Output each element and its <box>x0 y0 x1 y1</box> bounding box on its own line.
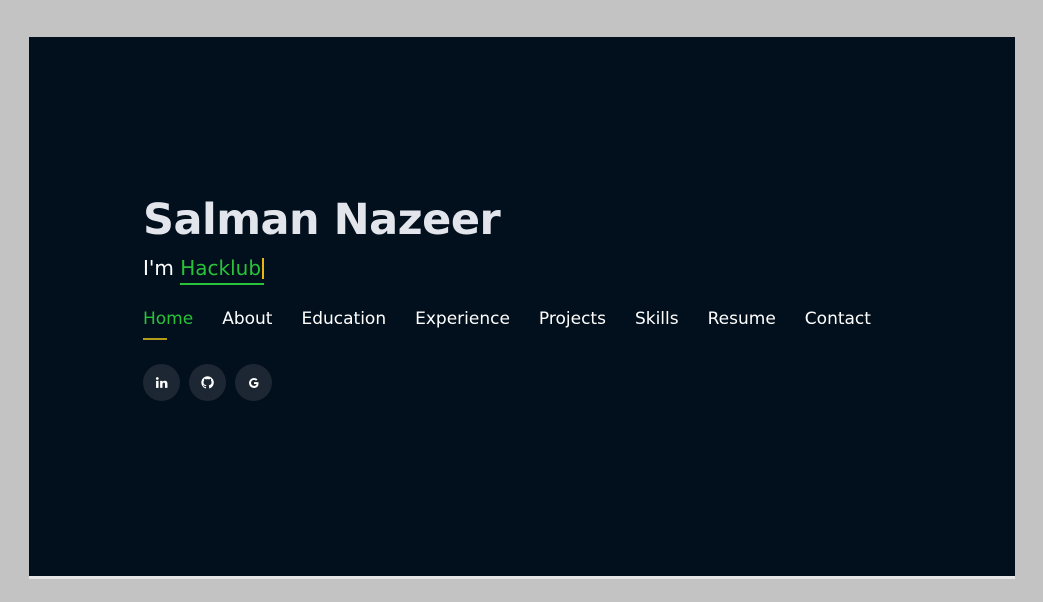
hero-section: Salman Nazeer I'm Hacklub Home About Edu… <box>29 37 1015 579</box>
linkedin-icon <box>155 376 168 389</box>
linkedin-link[interactable] <box>143 364 180 401</box>
nav-item-experience[interactable]: Experience <box>415 307 510 340</box>
nav-item-about[interactable]: About <box>222 307 272 340</box>
typed-prefix: I'm <box>143 256 174 280</box>
nav-item-resume[interactable]: Resume <box>708 307 776 340</box>
github-icon <box>201 376 214 389</box>
main-nav: Home About Education Experience Projects… <box>143 307 900 340</box>
nav-item-skills[interactable]: Skills <box>635 307 679 340</box>
typed-tagline: I'm Hacklub <box>143 253 900 287</box>
nav-item-contact[interactable]: Contact <box>805 307 871 340</box>
google-link[interactable] <box>235 364 272 401</box>
typing-cursor <box>262 258 265 279</box>
typed-word-text: Hacklub <box>180 256 262 280</box>
hero-name: Salman Nazeer <box>143 195 501 245</box>
nav-item-education[interactable]: Education <box>301 307 386 340</box>
social-links <box>143 364 900 401</box>
hero-content: Salman Nazeer I'm Hacklub Home About Edu… <box>143 193 900 401</box>
nav-item-projects[interactable]: Projects <box>539 307 606 340</box>
google-icon <box>248 377 260 389</box>
typed-word: Hacklub <box>180 255 265 285</box>
nav-item-home[interactable]: Home <box>143 307 193 340</box>
github-link[interactable] <box>189 364 226 401</box>
